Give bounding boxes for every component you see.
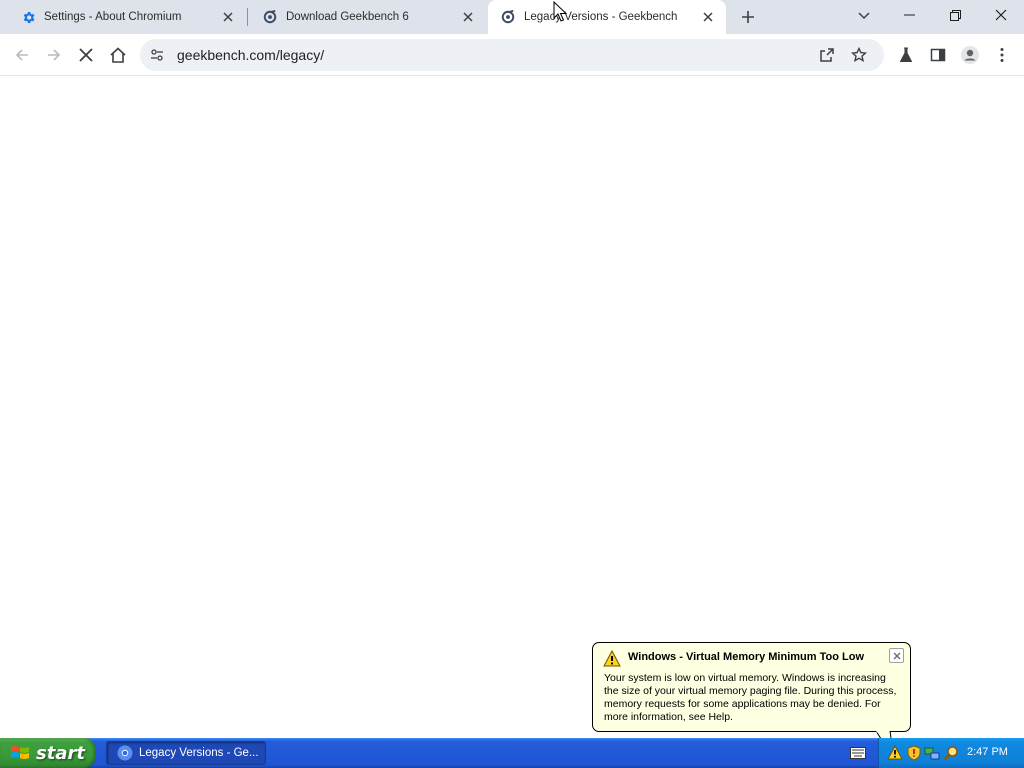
restore-button[interactable] bbox=[932, 0, 978, 30]
side-panel-icon[interactable] bbox=[926, 43, 950, 67]
tab-close-icon[interactable] bbox=[460, 9, 476, 25]
chromium-icon bbox=[117, 745, 133, 761]
taskbar-item-label: Legacy Versions - Ge... bbox=[139, 747, 259, 759]
security-shield-icon[interactable] bbox=[906, 745, 922, 761]
start-label: start bbox=[36, 742, 85, 764]
address-bar[interactable]: geekbench.com/legacy/ bbox=[140, 39, 884, 71]
tab-search-chevron-icon[interactable] bbox=[853, 5, 875, 27]
labs-flask-icon[interactable] bbox=[894, 43, 918, 67]
keyboard-language-icon[interactable] bbox=[849, 745, 867, 761]
tab-legacy-versions[interactable]: Legacy Versions - Geekbench bbox=[488, 0, 726, 34]
notification-title: Windows - Virtual Memory Minimum Too Low bbox=[628, 651, 864, 663]
warning-icon bbox=[603, 650, 621, 667]
tab-separator bbox=[247, 8, 248, 26]
windows-logo-icon bbox=[11, 746, 29, 759]
menu-kebab-icon[interactable] bbox=[990, 43, 1014, 67]
warning-icon[interactable] bbox=[887, 745, 903, 761]
forward-button[interactable] bbox=[42, 43, 66, 67]
tab-close-icon[interactable] bbox=[700, 9, 716, 25]
home-button[interactable] bbox=[106, 43, 130, 67]
clock: 2:47 PM bbox=[967, 746, 1008, 758]
new-tab-button[interactable] bbox=[737, 6, 759, 28]
browser-toolbar: geekbench.com/legacy/ bbox=[0, 34, 1024, 76]
network-icon[interactable] bbox=[924, 745, 940, 761]
minimize-button[interactable] bbox=[886, 0, 932, 30]
tab-title: Settings - About Chromium bbox=[44, 11, 182, 23]
notification-close-button[interactable] bbox=[889, 648, 904, 663]
tab-download-geekbench[interactable]: Download Geekbench 6 bbox=[250, 0, 486, 34]
stop-loading-button[interactable] bbox=[74, 43, 98, 67]
system-tray: 2:47 PM bbox=[878, 738, 1024, 768]
close-window-button[interactable] bbox=[978, 0, 1024, 30]
profile-avatar-icon[interactable] bbox=[958, 43, 982, 67]
tab-settings[interactable]: Settings - About Chromium bbox=[0, 0, 246, 34]
tab-title: Download Geekbench 6 bbox=[286, 11, 409, 23]
back-button[interactable] bbox=[10, 43, 34, 67]
site-info-icon[interactable] bbox=[148, 46, 166, 64]
notification-body: Your system is low on virtual memory. Wi… bbox=[604, 672, 897, 723]
tab-strip: Settings - About Chromium Download Geekb… bbox=[0, 0, 1024, 34]
gear-icon bbox=[20, 9, 36, 25]
search-icon[interactable] bbox=[943, 745, 959, 761]
taskbar: start Legacy Versions - Ge... 2:47 PM bbox=[0, 738, 1024, 768]
page-content bbox=[0, 77, 1024, 737]
url-text[interactable]: geekbench.com/legacy/ bbox=[177, 47, 324, 63]
mouse-cursor-icon bbox=[553, 1, 567, 22]
geekbench-icon bbox=[262, 9, 278, 25]
taskbar-item-chromium[interactable]: Legacy Versions - Ge... bbox=[106, 741, 266, 765]
start-button[interactable]: start bbox=[0, 738, 96, 768]
tab-close-icon[interactable] bbox=[220, 9, 236, 25]
notification-balloon[interactable]: Windows - Virtual Memory Minimum Too Low… bbox=[592, 642, 911, 732]
geekbench-icon bbox=[500, 9, 516, 25]
tab-title: Legacy Versions - Geekbench bbox=[524, 11, 678, 23]
share-icon[interactable] bbox=[817, 45, 837, 65]
bookmark-star-icon[interactable] bbox=[849, 45, 869, 65]
